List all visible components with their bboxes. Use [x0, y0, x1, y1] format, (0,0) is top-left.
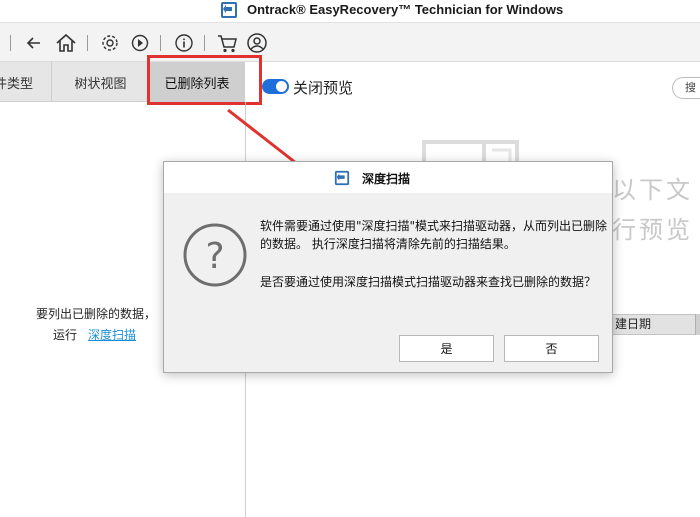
- yes-button[interactable]: 是: [399, 335, 494, 362]
- tab-label: 件类型: [0, 76, 33, 92]
- dialog-message-1: 软件需要通过使用"深度扫描"模式来扫描驱动器，从而列出已删除的数据。 执行深度扫…: [260, 219, 608, 251]
- svg-text:?: ?: [205, 236, 224, 277]
- dialog-message-2: 是否要通过使用深度扫描模式扫描驱动器来查找已删除的数据？: [260, 275, 597, 289]
- toolbar-separator: [87, 35, 88, 51]
- search-input[interactable]: 搜: [672, 77, 700, 99]
- preview-toggle-label: 关闭预览: [293, 79, 354, 97]
- home-icon[interactable]: [54, 31, 78, 55]
- app-logo-icon: [220, 1, 238, 23]
- tab-tree-view[interactable]: 树状视图: [52, 62, 150, 102]
- column-header-edge: [695, 314, 700, 335]
- cart-icon[interactable]: [215, 31, 239, 55]
- app-logo-icon: [334, 170, 350, 190]
- info-icon[interactable]: [172, 31, 196, 55]
- settings-icon[interactable]: [98, 31, 122, 55]
- toolbar-separator: [160, 35, 161, 51]
- toolbar-separator: [204, 35, 205, 51]
- toolbar: [0, 22, 700, 62]
- back-icon[interactable]: [22, 31, 46, 55]
- empty-state-message: 要列出已删除的数据，: [36, 307, 157, 321]
- dialog-title-bar: 深度扫描: [164, 162, 612, 193]
- highlight-annotation: [147, 55, 262, 105]
- title-bar: Ontrack® EasyRecovery™ Technician for Wi…: [0, 0, 700, 22]
- tab-label: 树状视图: [74, 76, 127, 92]
- tab-file-type[interactable]: 件类型: [0, 62, 52, 102]
- no-button[interactable]: 否: [504, 335, 599, 362]
- preview-message-line1: 以下文: [612, 176, 693, 204]
- history-icon[interactable]: [128, 31, 152, 55]
- toggle-knob: [276, 81, 287, 92]
- preview-message-line2: 行预览: [612, 216, 693, 244]
- deep-scan-dialog: 深度扫描 ? 软件需要通过使用"深度扫描"模式来扫描驱动器，从而列出已删除的数据…: [163, 161, 613, 373]
- preview-toggle[interactable]: [262, 79, 289, 94]
- user-icon[interactable]: [245, 31, 269, 55]
- window-title: Ontrack® EasyRecovery™ Technician for Wi…: [247, 2, 564, 17]
- run-label: 运行: [53, 328, 78, 342]
- column-header-date[interactable]: 建日期: [612, 314, 696, 335]
- dialog-title: 深度扫描: [362, 172, 411, 186]
- question-icon: ?: [182, 222, 248, 292]
- deep-scan-link[interactable]: 深度扫描: [88, 326, 136, 343]
- toolbar-separator: [10, 35, 11, 51]
